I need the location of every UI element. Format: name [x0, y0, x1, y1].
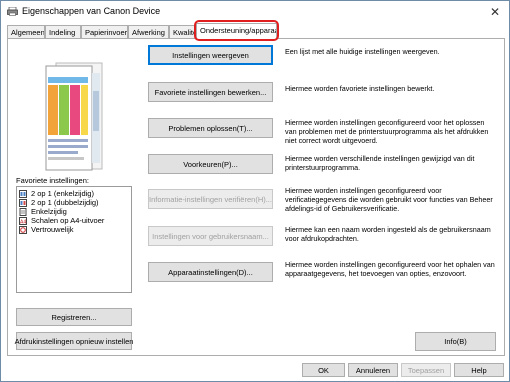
- tab-strip: Algemeen Indeling Papierinvoer Afwerking…: [7, 20, 507, 41]
- list-item[interactable]: 2 op 1 (enkelzijdig): [19, 189, 131, 198]
- scale-a4-icon: A4: [19, 216, 27, 225]
- edit-favorites-description: Hiermee worden favoriete instellingen be…: [285, 84, 435, 93]
- troubleshooting-description: Hiermee worden instellingen geconfiguree…: [285, 118, 489, 145]
- register-button[interactable]: Registreren...: [16, 308, 132, 326]
- view-settings-button[interactable]: Instellingen weergeven: [148, 45, 273, 65]
- help-button[interactable]: Help: [454, 363, 504, 377]
- single-sided-icon: [19, 207, 27, 216]
- user-name-description: Hiermee kan een naam worden ingesteld al…: [285, 225, 491, 243]
- svg-text:A4: A4: [20, 219, 27, 225]
- reset-print-settings-button[interactable]: Afdrukinstellingen opnieuw instellen: [15, 332, 133, 350]
- preferences-description: Hiermee worden verschillende instellinge…: [285, 154, 475, 172]
- tab-panel: Favoriete instellingen: 2 op 1 (enkelzij…: [7, 38, 505, 356]
- user-name-settings-button[interactable]: Instellingen voor gebruikersnaam...: [148, 226, 273, 246]
- list-item[interactable]: A4 Schalen op A4-uitvoer: [19, 216, 131, 225]
- device-settings-description: Hiermee worden instellingen geconfiguree…: [285, 260, 495, 278]
- verify-information-description: Hiermee worden instellingen geconfiguree…: [285, 186, 493, 213]
- list-item-label: Vertrouwelijk: [31, 225, 74, 234]
- close-icon[interactable]: ✕: [487, 4, 503, 20]
- tab-algemeen[interactable]: Algemeen: [7, 25, 45, 39]
- preferences-button[interactable]: Voorkeuren(P)...: [148, 154, 273, 174]
- printer-icon: [7, 7, 18, 16]
- tab-highlight-annotation: [194, 20, 279, 41]
- ok-button[interactable]: OK: [302, 363, 345, 377]
- two-on-one-icon: [19, 189, 27, 198]
- page-preview-image: [45, 62, 103, 171]
- favorites-list[interactable]: 2 op 1 (enkelzijdig) 2 op 1 (dubbelzijdi…: [16, 186, 132, 293]
- confidential-icon: [19, 225, 27, 234]
- troubleshooting-button[interactable]: Problemen oplossen(T)...: [148, 118, 273, 138]
- edit-favorites-button[interactable]: Favoriete instellingen bewerken...: [148, 82, 273, 102]
- list-item-label: 2 op 1 (dubbelzijdig): [31, 198, 99, 207]
- list-item[interactable]: 2 op 1 (dubbelzijdig): [19, 198, 131, 207]
- device-settings-button[interactable]: Apparaatinstellingen(D)...: [148, 262, 273, 282]
- info-button[interactable]: Info(B): [415, 332, 496, 351]
- apply-button[interactable]: Toepassen: [401, 363, 451, 377]
- tab-papierinvoer[interactable]: Papierinvoer: [81, 25, 128, 39]
- list-item[interactable]: Enkelzijdig: [19, 207, 131, 216]
- two-on-one-duplex-icon: [19, 198, 27, 207]
- list-item-label: Enkelzijdig: [31, 207, 67, 216]
- view-settings-description: Een lijst met alle huidige instellingen …: [285, 47, 440, 56]
- window-title: Eigenschappen van Canon Device: [22, 6, 161, 16]
- printer-properties-window: Eigenschappen van Canon Device ✕ Algemee…: [0, 0, 510, 382]
- verify-information-settings-button[interactable]: Informatie-instellingen verifiëren(H)...: [148, 189, 273, 209]
- list-item[interactable]: Vertrouwelijk: [19, 225, 131, 234]
- list-item-label: Schalen op A4-uitvoer: [31, 216, 105, 225]
- list-item-label: 2 op 1 (enkelzijdig): [31, 189, 94, 198]
- tab-afwerking[interactable]: Afwerking: [128, 25, 169, 39]
- tab-kwaliteit[interactable]: Kwaliteit: [169, 25, 196, 39]
- cancel-button[interactable]: Annuleren: [348, 363, 398, 377]
- favorites-label: Favoriete instellingen:: [16, 176, 89, 185]
- tab-indeling[interactable]: Indeling: [45, 25, 81, 39]
